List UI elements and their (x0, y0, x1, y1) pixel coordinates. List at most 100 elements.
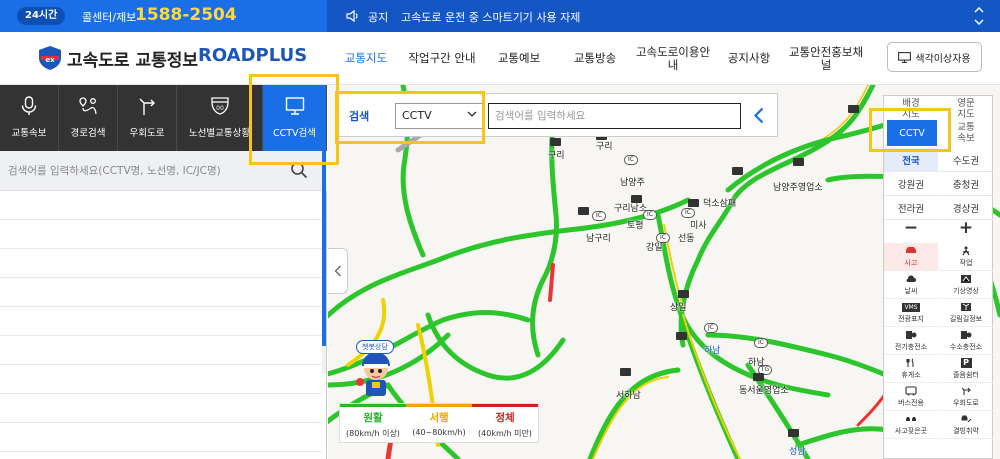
cctv-search-input[interactable] (8, 161, 288, 181)
nav-traffic-forecast[interactable]: 교통예보 (490, 32, 548, 85)
nav-traffic-broadcast[interactable]: 교통방송 (566, 32, 624, 85)
layer-construction[interactable]: 작업 (939, 243, 993, 271)
panel-collapse-button[interactable] (328, 248, 348, 294)
list-item[interactable] (0, 365, 322, 394)
layer-bus-lane-label: 버스전용 (898, 399, 924, 407)
zoom-in-button[interactable]: + (939, 217, 993, 239)
zoom-out-button[interactable]: − (884, 217, 938, 239)
map-label-doksim[interactable]: 덕소삼패 (703, 196, 736, 209)
cctv-camera-icon[interactable] (620, 368, 631, 376)
cctv-camera-icon[interactable] (848, 105, 859, 113)
cctv-camera-icon[interactable] (732, 167, 743, 175)
map-label-gurinamyangju[interactable]: 구리남소 (614, 201, 647, 214)
map-label-seongnam[interactable]: 성남 (789, 444, 806, 457)
site-header: ex 고속도로 교통정보 ROADPLUS 교통지도 작업구간 안내 교통예보 … (0, 32, 1000, 85)
svg-text:ex: ex (45, 56, 55, 64)
region-chungcheong[interactable]: 충청권 (939, 172, 993, 196)
map-label-seohanam[interactable]: 서하남 (616, 388, 641, 401)
map-label-toegyewon[interactable]: 토평 (627, 218, 644, 231)
nav-safety-channel[interactable]: 교통안전홍보채널 (786, 32, 866, 85)
layer-ev-charger[interactable]: 전기충전소 (884, 327, 938, 355)
legend-smooth-title: 원활 (363, 412, 383, 424)
list-item[interactable] (0, 191, 322, 220)
layer-detour[interactable]: 우회도로 (939, 383, 993, 411)
layer-bus-lane[interactable]: 버스전용 (884, 383, 938, 411)
layer-weather[interactable]: 날씨 (884, 271, 938, 299)
map-search-input[interactable] (488, 103, 741, 129)
chatbot-tag[interactable]: 챗봇상담 (356, 340, 394, 354)
layer-vms[interactable]: VMS 전광표지 (884, 299, 938, 327)
layer-junction[interactable]: 길림길정보 (939, 299, 993, 327)
map-label-nam-guri[interactable]: 남구리 (586, 231, 611, 244)
layer-satellite-label: 기상영상 (953, 287, 979, 295)
logo-title[interactable]: 고속도로 교통정보 (67, 46, 198, 71)
layer-accident[interactable]: 사고 (884, 243, 938, 271)
ex-logo-icon[interactable]: ex (37, 45, 63, 71)
ice-icon (961, 415, 972, 423)
highlight-cctv-mode (869, 108, 951, 152)
ic-badge[interactable]: IC (656, 233, 670, 243)
logo-brand[interactable]: ROADPLUS (198, 45, 307, 66)
layer-hydrogen[interactable]: 수소충전소 (939, 327, 993, 355)
cctv-camera-icon[interactable] (578, 207, 589, 215)
nav-traffic-map[interactable]: 교통지도 (338, 32, 394, 85)
list-item[interactable] (0, 423, 322, 452)
nav-work-zone[interactable]: 작업구간 안내 (402, 32, 482, 85)
layer-crash-spot[interactable]: 사고잦은곳 (884, 411, 938, 439)
cctv-camera-icon[interactable] (678, 290, 689, 298)
list-item[interactable] (0, 307, 322, 336)
color-blind-mode-button[interactable]: 색각이상자용 (887, 42, 982, 72)
region-gangwon[interactable]: 강원권 (884, 172, 938, 196)
weather-icon (906, 275, 916, 282)
tab-traffic-news[interactable]: 교통속보 (0, 85, 59, 151)
cctv-camera-icon[interactable] (676, 332, 687, 340)
cctv-camera-icon[interactable] (550, 138, 561, 146)
layer-ev-charger-label: 전기충전소 (894, 343, 928, 351)
detour-icon (139, 98, 155, 115)
parking-icon: P (960, 358, 972, 368)
map-label-guri-jc[interactable]: 구리 (548, 148, 565, 161)
ic-badge[interactable]: IC (754, 338, 768, 348)
chevron-left-icon[interactable] (753, 107, 765, 124)
map-label-hanam[interactable]: 하남 (704, 343, 721, 356)
notice-text[interactable]: 고속도로 운전 중 스마트기기 사용 자제 (401, 9, 580, 25)
list-item[interactable] (0, 394, 322, 423)
map-label-seondong[interactable]: 선동 (678, 231, 695, 244)
layer-sleep-shelter[interactable]: P 졸음쉼터 (939, 355, 993, 383)
map-label-namyangju[interactable]: 남양주 (620, 175, 645, 188)
map-label-misa[interactable]: 미사 (690, 218, 707, 231)
highlight-cctv-tab (249, 74, 339, 165)
list-item[interactable] (0, 249, 322, 278)
cctv-camera-icon[interactable] (788, 429, 799, 437)
notice-up-down-icon[interactable] (972, 3, 986, 29)
cctv-camera-icon[interactable] (631, 195, 642, 203)
nav-notices[interactable]: 공지사항 (720, 32, 778, 85)
list-item[interactable] (0, 220, 322, 249)
layer-satellite[interactable]: 기상영상 (939, 271, 993, 299)
map-label-dongseoul-office[interactable]: 동서울영업소 (739, 383, 789, 396)
tab-detour[interactable]: 우회도로 (118, 85, 177, 151)
map-label-sangil[interactable]: 상일 (670, 300, 687, 313)
ic-badge[interactable]: IC (681, 208, 695, 218)
callcenter-phone[interactable]: 1588-2504 (135, 5, 237, 25)
list-item[interactable] (0, 278, 322, 307)
cctv-camera-icon[interactable] (753, 373, 764, 381)
map-label-guri[interactable]: 구리 (596, 139, 613, 152)
jc-badge[interactable]: JC (704, 323, 718, 333)
list-item[interactable] (0, 336, 322, 365)
ic-badge[interactable]: IC (592, 211, 606, 221)
ic-badge[interactable]: IC (643, 210, 657, 220)
nav-highway-guide[interactable]: 고속도로이용안내 (634, 32, 712, 85)
legend-congested-sub: (40km/h 미만) (478, 429, 532, 438)
cctv-camera-icon[interactable] (688, 199, 699, 207)
cctv-camera-icon[interactable] (793, 158, 804, 166)
layer-detour-label: 우회도로 (953, 399, 979, 407)
tab-route-search[interactable]: 경로검색 (59, 85, 118, 151)
notice-label: 공지 (368, 11, 389, 24)
layer-ice[interactable]: 결빙취약 (939, 411, 993, 439)
ic-badge[interactable]: IC (624, 155, 638, 165)
layer-rest-area[interactable]: 휴게소 (884, 355, 938, 383)
hydrogen-icon (961, 331, 972, 339)
vms-icon: VMS (902, 303, 920, 312)
map-label-namyangju-office[interactable]: 남양주영업소 (773, 180, 823, 193)
